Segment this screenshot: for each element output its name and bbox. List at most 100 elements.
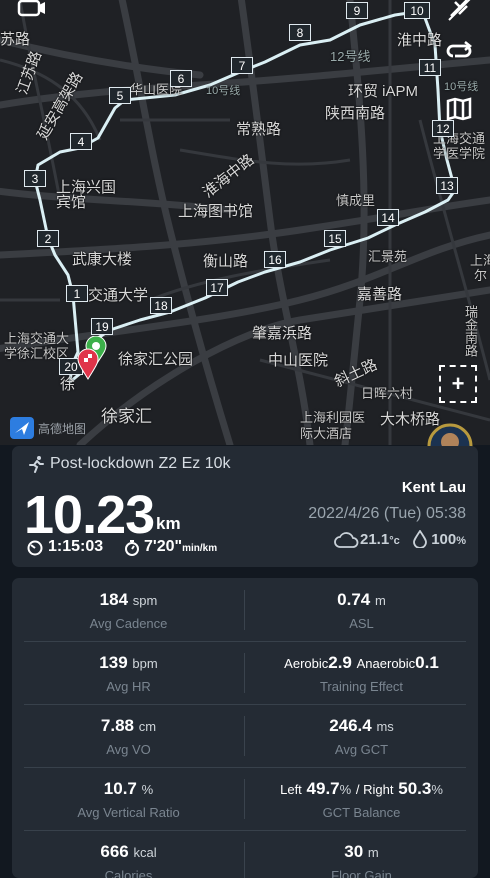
km-marker: 13 — [436, 177, 458, 194]
stat-label: GCT Balance — [322, 805, 401, 820]
km-marker: 6 — [170, 70, 192, 87]
map-label: 交通大学 — [88, 287, 149, 304]
map-label: 陕西南路 — [325, 105, 386, 122]
activity-title: Post-lockdown Z2 Ez 10k — [50, 455, 231, 472]
map-label: 10号线 — [206, 85, 241, 97]
stat-value: 139 — [99, 653, 128, 672]
amap-logo-icon — [10, 417, 34, 439]
stat-gct-balance: Left 49.7% / Right 50.3% GCT Balance — [245, 779, 478, 820]
map-label: 际大酒店 — [300, 426, 353, 441]
stat-value: 10.7 — [103, 779, 137, 798]
map-attribution: 高德地图 — [10, 417, 86, 439]
km-marker: 18 — [150, 297, 172, 314]
km-marker: 19 — [91, 318, 113, 335]
stat-label: Calories — [104, 868, 153, 878]
km-marker: 4 — [70, 133, 92, 150]
stat-label: Avg GCT — [334, 742, 389, 757]
activity-date: 2022/4/26 (Tue) 05:38 — [308, 505, 466, 522]
map-view[interactable]: 华山医院 常熟路 陕西南路 环贸 iAPM 淮海中路 上海图书馆 慎成里 武康大… — [0, 0, 490, 445]
km-marker: 8 — [289, 24, 311, 41]
map-label: 徐家汇公园 — [118, 351, 194, 368]
divider — [24, 830, 466, 831]
aerobic-label: Aerobic — [284, 656, 329, 671]
stat-unit: % — [339, 782, 352, 797]
running-icon — [29, 456, 44, 473]
stat-label: Floor Gain — [331, 868, 392, 878]
stat-label: Avg Vertical Ratio — [77, 805, 180, 820]
km-marker: 16 — [264, 251, 286, 268]
pace-value: 7'20" — [144, 538, 183, 555]
stat-value: 0.74 — [337, 590, 371, 609]
user-name: Kent Lau — [401, 479, 466, 496]
map-label: 日晖六村 — [361, 386, 414, 401]
divider — [24, 641, 466, 642]
km-marker: 17 — [206, 279, 228, 296]
stat-label: ASL — [349, 616, 374, 631]
replay-route-icon[interactable] — [442, 35, 476, 69]
km-marker: 9 — [346, 2, 368, 19]
stat-label: Avg VO — [106, 742, 151, 757]
right-label: / Right — [355, 782, 394, 797]
map-label: 12号线 — [330, 49, 371, 64]
pace-display: 7'20"min/km — [144, 538, 217, 556]
humidity-icon — [413, 530, 427, 548]
map-label: 武康大楼 — [72, 251, 133, 268]
map-label: 瑞金南路 — [463, 305, 478, 357]
duration-value: 1:15:03 — [48, 538, 104, 555]
map-label: 宾馆 — [56, 194, 87, 211]
map-label: 上海图书馆 — [178, 203, 254, 220]
map-label: 慎成里 — [336, 193, 376, 208]
stat-unit: kcal — [133, 845, 157, 860]
map-label: 肇嘉浜路 — [252, 325, 313, 342]
stat-unit: ms — [376, 719, 394, 734]
stat-value: 30 — [344, 842, 364, 861]
aerobic-value: 2.9 — [328, 653, 352, 672]
map-label: 衡山路 — [203, 253, 249, 270]
distance-value: 10.23 — [24, 485, 155, 545]
pace-unit: min/km — [182, 543, 218, 554]
stat-value: 184 — [99, 590, 129, 609]
stopwatch-icon — [125, 540, 139, 556]
activity-summary-card: Post-lockdown Z2 Ez 10k Kent Lau 10.23 k… — [12, 446, 478, 567]
km-marker: 2 — [37, 230, 59, 247]
duration-icon — [27, 540, 43, 556]
stat-hr: 139 bpm Avg HR — [12, 653, 245, 694]
right-value: 50.3 — [398, 779, 432, 798]
stat-cadence: 184 spm Avg Cadence — [12, 590, 245, 631]
map-label: 汇景苑 — [368, 249, 408, 264]
map-label: 淮中路 — [397, 32, 443, 49]
left-label: Left — [280, 782, 302, 797]
camera-icon[interactable] — [14, 0, 48, 26]
stat-floor-gain: 30 m Floor Gain — [245, 842, 478, 878]
finish-pin-icon — [77, 348, 99, 380]
cloudy-icon — [334, 532, 359, 548]
stat-unit: bpm — [132, 656, 158, 671]
stat-calories: 666 kcal Calories — [12, 842, 245, 878]
stat-unit: m — [367, 845, 379, 860]
temperature-value: 21.1 — [360, 531, 390, 548]
map-label: 中山医院 — [268, 352, 329, 369]
anaerobic-value: 0.1 — [415, 653, 439, 672]
zoom-in-button[interactable]: + — [439, 365, 477, 403]
divider — [24, 767, 466, 768]
map-label: 徐 — [60, 376, 76, 393]
km-marker: 11 — [419, 59, 441, 76]
stats-grid: 184 spm Avg Cadence 0.74 m ASL 139 bpm A… — [12, 578, 478, 878]
temperature-unit: °c — [389, 535, 400, 547]
map-layers-icon[interactable] — [442, 92, 476, 126]
km-marker: 15 — [324, 230, 346, 247]
map-label: 环贸 iAPM — [348, 83, 419, 100]
distance-unit: km — [156, 514, 181, 533]
map-label: 徐家汇 — [101, 407, 152, 426]
satellite-off-icon[interactable] — [443, 0, 477, 26]
temperature: 21.1°c — [360, 531, 400, 548]
stat-unit: spm — [132, 593, 158, 608]
anaerobic-label: Anaerobic — [356, 656, 416, 671]
km-marker: 10 — [404, 2, 430, 19]
stat-unit: cm — [138, 719, 157, 734]
km-marker: 14 — [377, 209, 399, 226]
stat-value: 246.4 — [329, 716, 372, 735]
km-marker: 3 — [24, 170, 46, 187]
km-marker: 1 — [66, 285, 88, 302]
stat-unit: % — [141, 782, 154, 797]
